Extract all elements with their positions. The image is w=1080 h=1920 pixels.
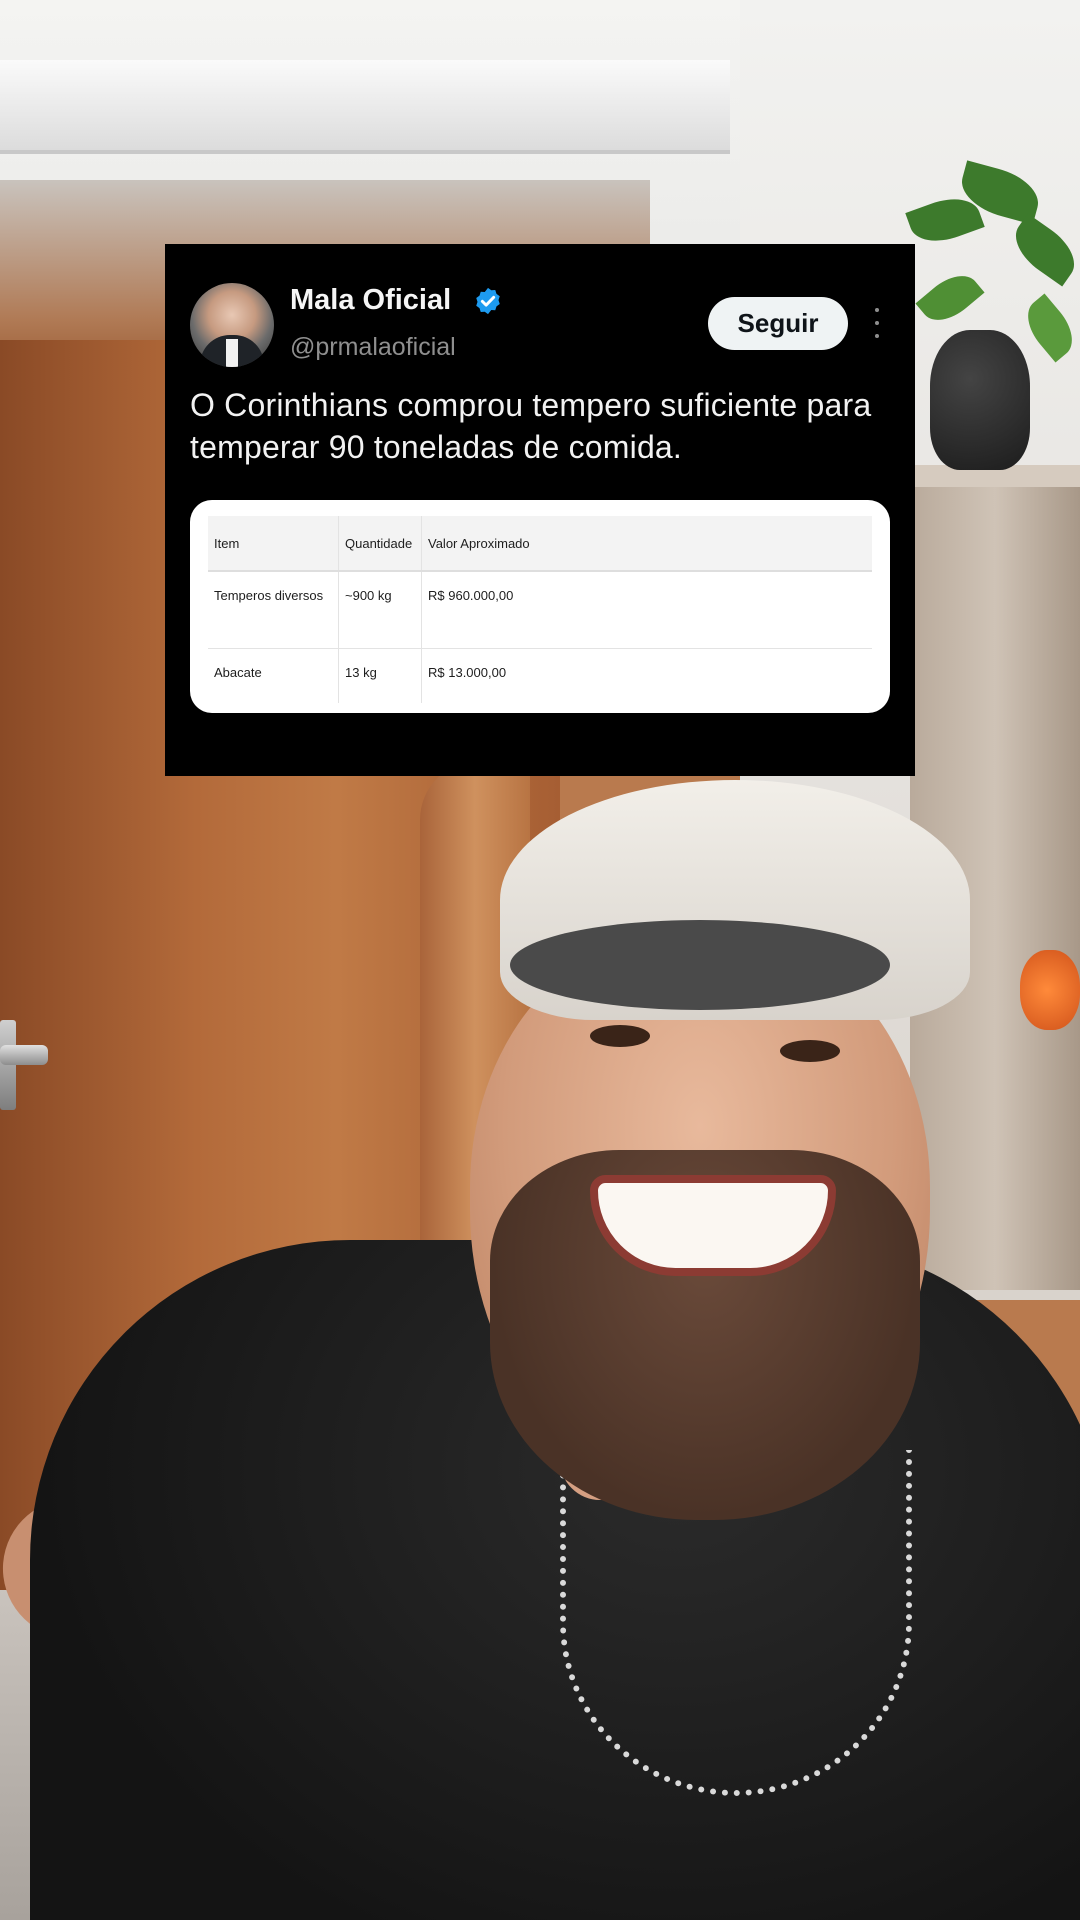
curtain-rail — [0, 60, 730, 154]
data-table: Item Quantidade Valor Aproximado Tempero… — [208, 516, 872, 703]
tweet-text: O Corinthians comprou tempero suficiente… — [190, 387, 872, 465]
cell-item: Temperos diversos — [208, 571, 339, 649]
table-header-row: Item Quantidade Valor Aproximado — [208, 516, 872, 572]
cell-valor: R$ 960.000,00 — [421, 571, 872, 649]
author-name[interactable]: Mala Oficial — [290, 284, 451, 317]
header-valor: Valor Aproximado — [421, 516, 872, 572]
more-options-icon[interactable] — [871, 308, 883, 338]
person-eye-left — [590, 1025, 650, 1047]
cell-quantidade: 13 kg — [338, 648, 422, 703]
avatar[interactable] — [190, 283, 274, 367]
person-cap-brim — [510, 920, 890, 1010]
table-row: Temperos diversos ~900 kg R$ 960.000,00 — [208, 571, 872, 649]
pineapple-decoration — [1020, 950, 1080, 1030]
tweet-card: Mala Oficial @prmalaoficial Seguir O Cor… — [165, 244, 915, 776]
header-quantidade: Quantidade — [338, 516, 422, 572]
follow-button[interactable]: Seguir — [708, 297, 848, 350]
door-handle — [0, 1045, 48, 1065]
tweet-media-table-image[interactable]: Item Quantidade Valor Aproximado Tempero… — [190, 500, 890, 713]
cell-quantidade: ~900 kg — [338, 571, 422, 649]
door-handle-plate — [0, 1020, 16, 1110]
person-smile — [590, 1175, 836, 1276]
cell-valor: R$ 13.000,00 — [428, 665, 507, 680]
plant — [900, 160, 1080, 480]
verified-badge-icon — [476, 287, 500, 315]
header-item: Item — [208, 516, 339, 572]
person-eye-right — [780, 1040, 840, 1062]
table-row: Abacate 13 kg R$ 13.000,00 — [208, 648, 872, 703]
cell-item: Abacate — [208, 648, 339, 703]
author-handle[interactable]: @prmalaoficial — [290, 333, 456, 362]
